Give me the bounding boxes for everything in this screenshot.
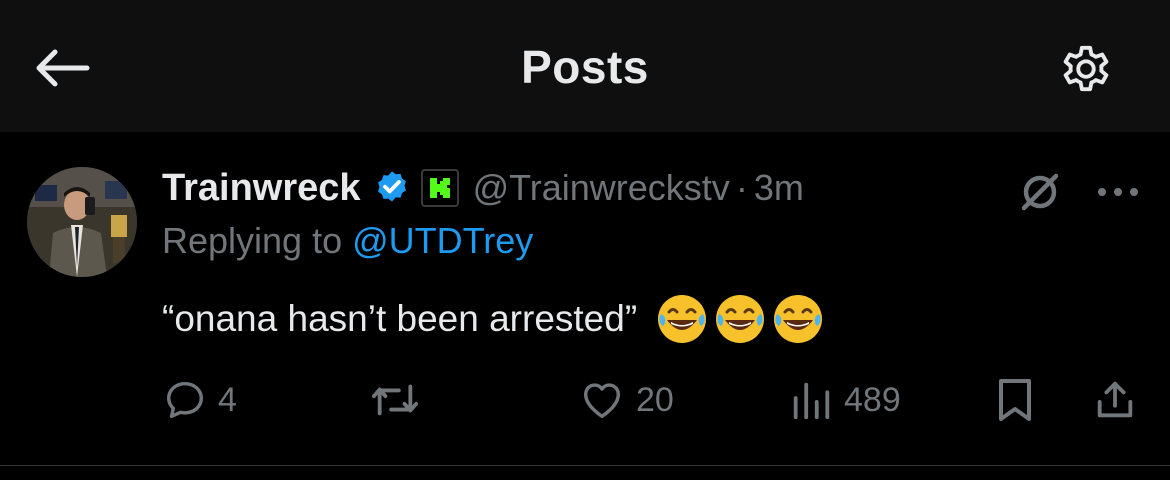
replying-prefix: Replying to bbox=[162, 220, 353, 261]
reply-count: 4 bbox=[218, 380, 237, 419]
post-body: “onana hasn’t been arrested” bbox=[162, 292, 825, 346]
page-title: Posts bbox=[521, 41, 649, 93]
gear-icon bbox=[1063, 45, 1109, 92]
replying-to: Replying to @UTDTrey bbox=[162, 220, 533, 262]
kick-logo-icon[interactable] bbox=[420, 169, 459, 207]
views-count: 489 bbox=[844, 380, 901, 419]
top-bar: Posts bbox=[0, 0, 1170, 132]
views-button[interactable]: 489 bbox=[788, 370, 901, 430]
bookmark-icon bbox=[999, 379, 1031, 421]
grok-button[interactable] bbox=[1012, 164, 1068, 220]
laughing-emoji-icon bbox=[774, 295, 823, 343]
separator-dot: · bbox=[735, 167, 748, 208]
share-button[interactable] bbox=[1092, 370, 1138, 430]
post-header: Trainwreck @Trainwreckstv · 3m bbox=[162, 162, 804, 214]
repost-button[interactable] bbox=[368, 370, 432, 430]
reply-button[interactable]: 4 bbox=[162, 370, 237, 430]
repost-icon bbox=[372, 384, 419, 416]
avatar-image bbox=[27, 167, 137, 277]
author-name[interactable]: Trainwreck bbox=[162, 167, 361, 210]
post-text: “onana hasn’t been arrested” bbox=[162, 298, 638, 339]
share-icon bbox=[1097, 381, 1133, 418]
settings-button[interactable] bbox=[1050, 36, 1122, 102]
post-actions: 4 20 489 bbox=[0, 370, 1170, 430]
heart-icon bbox=[583, 383, 621, 419]
more-options-button[interactable] bbox=[1090, 164, 1146, 220]
reply-icon bbox=[166, 381, 204, 419]
more-dots-icon bbox=[1098, 188, 1138, 196]
post[interactable]: Trainwreck @Trainwreckstv · 3m Replying … bbox=[0, 132, 1170, 465]
author-handle[interactable]: @Trainwreckstv bbox=[473, 167, 730, 209]
post-timestamp[interactable]: 3m bbox=[754, 167, 804, 209]
laughing-emoji-icon bbox=[716, 295, 765, 343]
bookmark-button[interactable] bbox=[994, 370, 1036, 430]
like-count: 20 bbox=[636, 380, 674, 419]
replying-to-mention[interactable]: @UTDTrey bbox=[352, 220, 533, 261]
grok-icon bbox=[1021, 173, 1059, 211]
bar-chart-icon bbox=[793, 382, 830, 420]
post-divider bbox=[0, 465, 1170, 466]
laughing-emoji-icon bbox=[658, 295, 707, 343]
like-button[interactable]: 20 bbox=[578, 370, 674, 430]
verified-badge-icon[interactable] bbox=[373, 169, 411, 207]
avatar[interactable] bbox=[27, 167, 137, 277]
